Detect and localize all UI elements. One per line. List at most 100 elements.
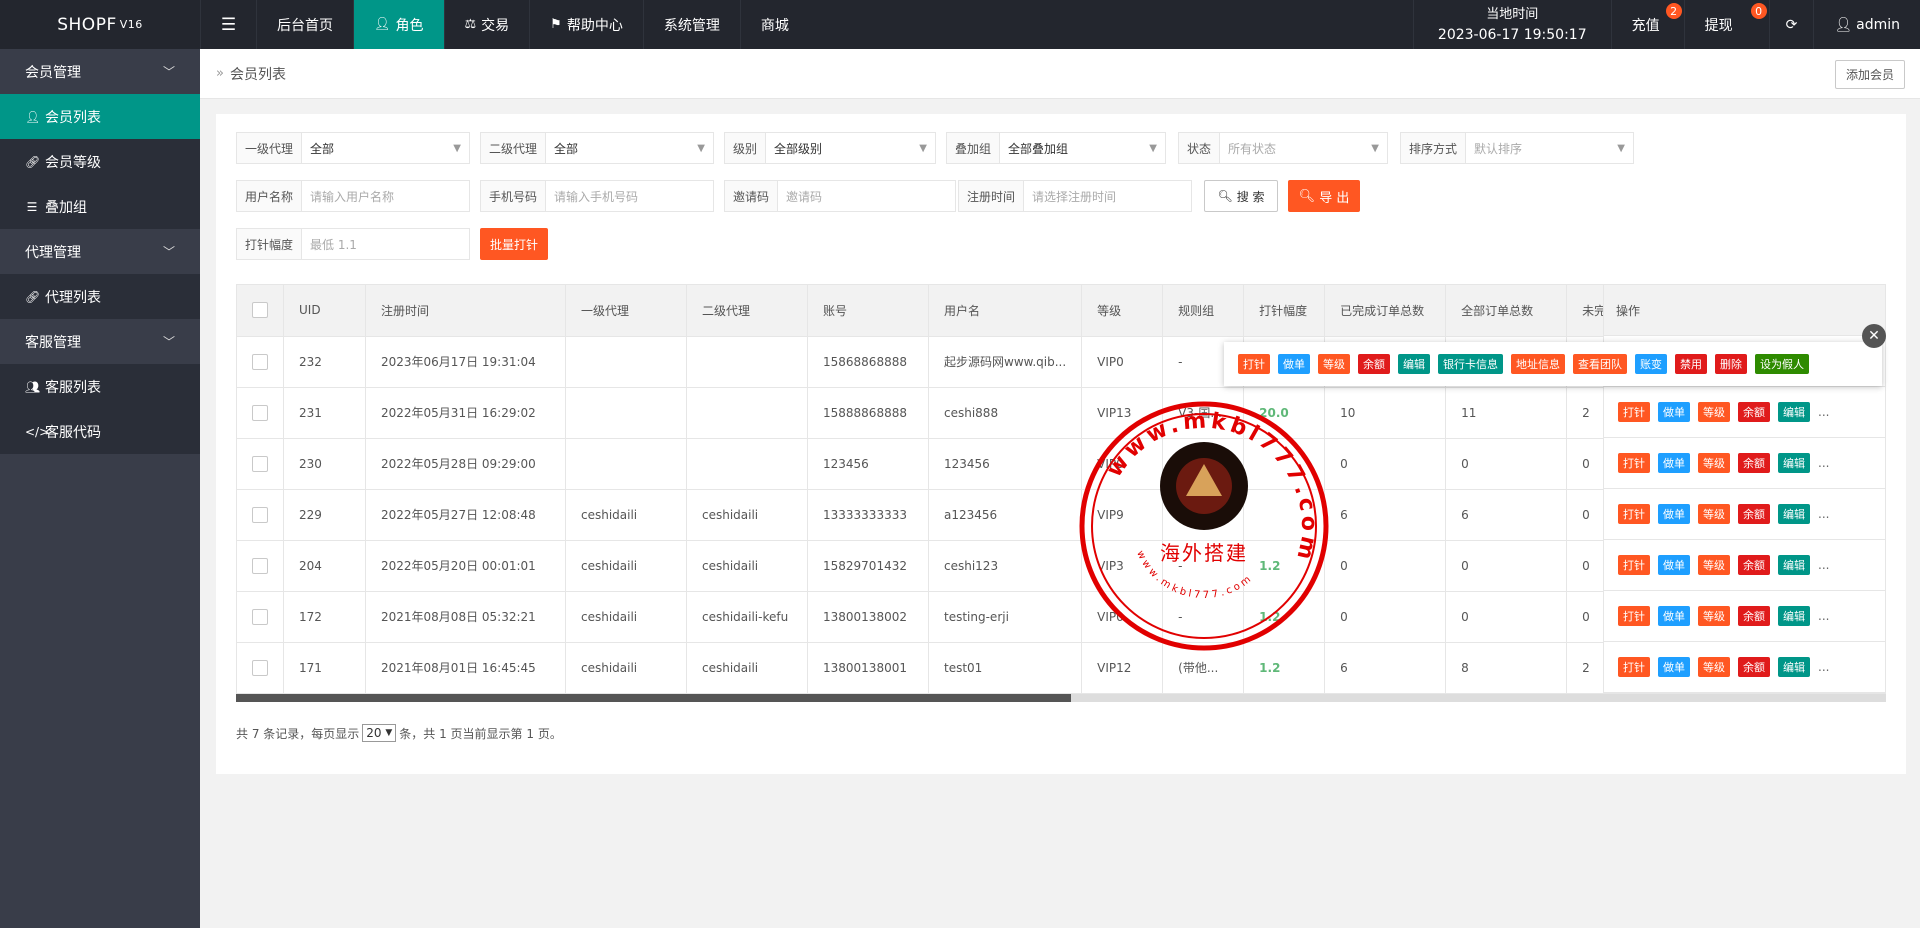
inject-button[interactable]: 打针 xyxy=(1238,354,1270,374)
filter-agent1[interactable]: 一级代理 全部 ▼ xyxy=(236,132,470,164)
balance-button[interactable]: 余额 xyxy=(1738,555,1770,575)
regtime-input[interactable]: 请选择注册时间 xyxy=(1024,181,1191,211)
close-popup-button[interactable]: ✕ xyxy=(1862,324,1886,348)
make-order-button[interactable]: 做单 xyxy=(1278,354,1310,374)
filter-status[interactable]: 状态 所有状态 ▼ xyxy=(1178,132,1388,164)
make-order-button[interactable]: 做单 xyxy=(1658,606,1690,626)
sidebar-item-service-list[interactable]: 👥︎ 客服列表 xyxy=(0,364,200,409)
disable-button[interactable]: 禁用 xyxy=(1675,354,1707,374)
batch-inject-button[interactable]: 批量打针 xyxy=(480,228,548,260)
more-actions-button[interactable]: ... xyxy=(1818,405,1829,419)
refresh-button[interactable]: ⟳ xyxy=(1768,0,1814,49)
level-button[interactable]: 等级 xyxy=(1698,555,1730,575)
row-checkbox[interactable] xyxy=(252,455,268,472)
sidebar-item-agent-list[interactable]: 🔗︎ 代理列表 xyxy=(0,274,200,319)
page-size-select[interactable]: 20 ▼ xyxy=(362,724,397,742)
make-order-button[interactable]: 做单 xyxy=(1658,402,1690,422)
add-member-button[interactable]: 添加会员 xyxy=(1834,60,1905,89)
set-fake-button[interactable]: 设为假人 xyxy=(1755,354,1809,374)
range-input[interactable]: 最低 1.1 xyxy=(302,229,469,259)
edit-button[interactable]: 编辑 xyxy=(1778,453,1810,473)
view-team-button[interactable]: 查看团队 xyxy=(1573,354,1627,374)
logo[interactable]: SHOPF V16 xyxy=(0,0,200,49)
withdraw-link[interactable]: 提现 0 xyxy=(1683,0,1769,49)
balance-button[interactable]: 余额 xyxy=(1738,504,1770,524)
level-select[interactable]: 全部级别 ▼ xyxy=(766,133,935,163)
filter-agent2[interactable]: 二级代理 全部 ▼ xyxy=(480,132,714,164)
sort-select[interactable]: 默认排序 ▼ xyxy=(1466,133,1633,163)
row-checkbox[interactable] xyxy=(252,608,268,625)
group-select[interactable]: 全部叠加组 ▼ xyxy=(1000,133,1165,163)
account-change-button[interactable]: 账变 xyxy=(1635,354,1667,374)
more-actions-button[interactable]: ... xyxy=(1818,456,1829,470)
nav-item-role[interactable]: 👤︎ 角色 xyxy=(353,0,444,49)
edit-button[interactable]: 编辑 xyxy=(1778,657,1810,677)
sidebar-group-agents[interactable]: 代理管理 ﹀ xyxy=(0,229,200,274)
menu-toggle-button[interactable]: ☰ xyxy=(200,0,256,49)
filter-sort[interactable]: 排序方式 默认排序 ▼ xyxy=(1400,132,1634,164)
sidebar-item-stack-group[interactable]: ☰ 叠加组 xyxy=(0,184,200,229)
make-order-button[interactable]: 做单 xyxy=(1658,453,1690,473)
export-button[interactable]: 🔍︎ 导 出 xyxy=(1288,180,1360,212)
recharge-link[interactable]: 充值 2 xyxy=(1610,0,1684,49)
status-select[interactable]: 所有状态 ▼ xyxy=(1220,133,1387,163)
filter-group[interactable]: 叠加组 全部叠加组 ▼ xyxy=(946,132,1166,164)
row-checkbox[interactable] xyxy=(252,404,268,421)
more-actions-button[interactable]: ... xyxy=(1818,558,1829,572)
agent2-select[interactable]: 全部 ▼ xyxy=(546,133,713,163)
inject-button[interactable]: 打针 xyxy=(1618,606,1650,626)
bank-info-button[interactable]: 银行卡信息 xyxy=(1438,354,1503,374)
nav-item-system[interactable]: 系统管理 xyxy=(642,0,740,49)
level-button[interactable]: 等级 xyxy=(1698,453,1730,473)
nav-item-help[interactable]: ⚑ 帮助中心 xyxy=(529,0,643,49)
sidebar-item-member-list[interactable]: 👤︎ 会员列表 xyxy=(0,94,200,139)
more-actions-button[interactable]: ... xyxy=(1818,507,1829,521)
row-checkbox[interactable] xyxy=(252,659,268,676)
level-button[interactable]: 等级 xyxy=(1698,402,1730,422)
edit-button[interactable]: 编辑 xyxy=(1778,402,1810,422)
make-order-button[interactable]: 做单 xyxy=(1658,657,1690,677)
select-all-checkbox[interactable] xyxy=(252,302,268,319)
edit-button[interactable]: 编辑 xyxy=(1778,606,1810,626)
invite-input[interactable]: 邀请码 xyxy=(778,181,955,211)
level-button[interactable]: 等级 xyxy=(1318,354,1350,374)
edit-button[interactable]: 编辑 xyxy=(1778,555,1810,575)
username-input[interactable]: 请输入用户名称 xyxy=(302,181,469,211)
more-actions-button[interactable]: ... xyxy=(1818,609,1829,623)
sidebar-group-members[interactable]: 会员管理 ﹀ xyxy=(0,49,200,94)
row-checkbox[interactable] xyxy=(252,557,268,574)
balance-button[interactable]: 余额 xyxy=(1738,402,1770,422)
row-checkbox[interactable] xyxy=(252,353,268,370)
sidebar-item-service-code[interactable]: </> 客服代码 xyxy=(0,409,200,454)
address-info-button[interactable]: 地址信息 xyxy=(1511,354,1565,374)
scrollbar-thumb[interactable] xyxy=(236,694,1071,702)
edit-button[interactable]: 编辑 xyxy=(1778,504,1810,524)
agent1-select[interactable]: 全部 ▼ xyxy=(302,133,469,163)
delete-button[interactable]: 删除 xyxy=(1715,354,1747,374)
balance-button[interactable]: 余额 xyxy=(1738,453,1770,473)
level-button[interactable]: 等级 xyxy=(1698,606,1730,626)
inject-button[interactable]: 打针 xyxy=(1618,453,1650,473)
inject-button[interactable]: 打针 xyxy=(1618,402,1650,422)
phone-input[interactable]: 请输入手机号码 xyxy=(546,181,713,211)
more-actions-button[interactable]: ... xyxy=(1818,660,1829,674)
horizontal-scrollbar[interactable] xyxy=(236,694,1886,702)
inject-button[interactable]: 打针 xyxy=(1618,504,1650,524)
nav-item-mall[interactable]: 商城 xyxy=(739,0,809,49)
sidebar-group-service[interactable]: 客服管理 ﹀ xyxy=(0,319,200,364)
row-checkbox[interactable] xyxy=(252,506,268,523)
make-order-button[interactable]: 做单 xyxy=(1658,504,1690,524)
edit-button[interactable]: 编辑 xyxy=(1398,354,1430,374)
search-button[interactable]: 🔍︎ 搜 索 xyxy=(1204,180,1278,212)
make-order-button[interactable]: 做单 xyxy=(1658,555,1690,575)
balance-button[interactable]: 余额 xyxy=(1358,354,1390,374)
user-menu[interactable]: 👤︎ admin xyxy=(1813,0,1920,49)
level-button[interactable]: 等级 xyxy=(1698,504,1730,524)
nav-item-trade[interactable]: ⚖ 交易 xyxy=(443,0,530,49)
balance-button[interactable]: 余额 xyxy=(1738,606,1770,626)
nav-item-dashboard[interactable]: 后台首页 xyxy=(256,0,353,49)
balance-button[interactable]: 余额 xyxy=(1738,657,1770,677)
inject-button[interactable]: 打针 xyxy=(1618,555,1650,575)
level-button[interactable]: 等级 xyxy=(1698,657,1730,677)
sidebar-item-member-level[interactable]: 🔗︎ 会员等级 xyxy=(0,139,200,184)
